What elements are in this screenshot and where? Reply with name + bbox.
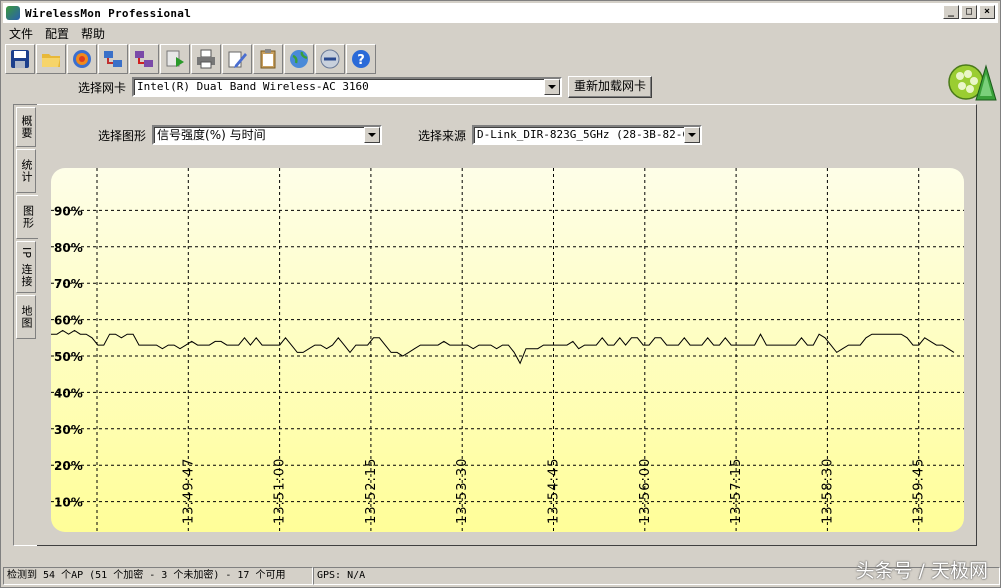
open-button[interactable] — [36, 44, 66, 74]
tab-map-label: 地图 — [20, 305, 33, 329]
svg-text:?: ? — [357, 53, 365, 68]
network-stop-button[interactable] — [129, 44, 159, 74]
y-tick-label: 90% — [54, 204, 83, 218]
x-tick-label: 13:56:00 — [638, 458, 653, 524]
tab-statistics[interactable]: 统计 — [16, 149, 36, 193]
printer-icon — [197, 49, 215, 69]
signal-chart: 90% 80% 70% 60% 50% 40% 30% 20% 10% 13:49:47 13:51… — [51, 168, 964, 532]
print-button[interactable] — [191, 44, 221, 74]
clipboard-icon — [260, 49, 276, 69]
save-button[interactable] — [5, 44, 35, 74]
network-start-button[interactable] — [98, 44, 128, 74]
globe-icon — [290, 50, 308, 68]
settings-icon — [228, 51, 247, 68]
save-icon — [11, 50, 29, 68]
x-tick-label: 13:52:15 — [364, 458, 379, 524]
minimize-button[interactable]: _ — [943, 5, 959, 19]
network-icon — [104, 51, 122, 67]
window-controls: _ □ × — [943, 5, 995, 19]
window-title: WirelessMon Professional — [25, 6, 192, 20]
adapter-select[interactable]: Intel(R) Dual Band Wireless-AC 3160 — [132, 77, 563, 97]
graph-type-label: 选择图形 — [98, 128, 147, 143]
reload-adapter-button[interactable]: 重新加载网卡 — [568, 76, 653, 98]
source-label: 选择来源 — [418, 128, 467, 143]
vertical-tabs: 概要 统计 图形 IP 连接 地图 — [16, 107, 38, 341]
help-icon: ? — [352, 50, 370, 68]
wirelessmon-logo-icon — [948, 64, 997, 101]
source-value: D-Link_DIR-823G_5GHz (28-3B-82-C4-6 — [477, 128, 703, 141]
y-tick-label: 60% — [54, 314, 83, 328]
graph-controls: 选择图形 信号强度(%) 与时间 选择来源 D-Link_DIR-823G_5G… — [98, 125, 703, 145]
tab-ip-connection[interactable]: IP 连接 — [16, 241, 36, 293]
x-tick-label: 13:58:30 — [820, 458, 835, 524]
y-tick-label: 40% — [54, 386, 83, 400]
y-tick-label: 10% — [54, 496, 83, 510]
x-tick-label: 13:54:45 — [547, 458, 562, 524]
y-tick-label: 50% — [54, 350, 83, 364]
play-button[interactable] — [160, 44, 190, 74]
watermark: 头条号 / 天极网 — [855, 560, 988, 582]
x-tick-label: 13:59:45 — [912, 458, 927, 524]
adapter-label: 选择网卡 — [78, 80, 127, 95]
chevron-down-icon[interactable] — [684, 127, 701, 143]
close-button[interactable]: × — [979, 5, 995, 19]
tab-statistics-label: 统计 — [20, 159, 33, 183]
record-icon — [73, 50, 91, 68]
menu-help[interactable]: 帮助 — [75, 24, 111, 42]
main-window: WirelessMon Professional _ □ × 文件 配置 帮助 — [0, 0, 1001, 588]
globe-button[interactable] — [284, 44, 314, 74]
status-ap-count: 检测到 54 个AP (51 个加密 - 3 个未加密) - 17 个可用 — [3, 567, 313, 585]
y-tick-label: 70% — [54, 277, 83, 291]
signal-chart-svg: 90% 80% 70% 60% 50% 40% 30% 20% 10% 13:49:47 13:51… — [51, 168, 964, 532]
graph-type-select[interactable]: 信号强度(%) 与时间 — [152, 125, 383, 145]
y-tick-label: 20% — [54, 459, 83, 473]
tab-graph[interactable]: 图形 — [16, 195, 38, 239]
menu-bar: 文件 配置 帮助 — [3, 24, 111, 42]
y-tick-label: 80% — [54, 241, 83, 255]
status-bar: 检测到 54 个AP (51 个加密 - 3 个未加密) - 17 个可用 GP… — [3, 567, 1000, 585]
title-bar: WirelessMon Professional _ □ × — [3, 3, 998, 23]
app-icon — [6, 6, 20, 20]
toolbar: ? — [5, 44, 376, 74]
x-tick-label: 13:51:00 — [273, 458, 288, 524]
tab-summary[interactable]: 概要 — [16, 107, 36, 147]
x-tick-label: 13:49:47 — [181, 458, 196, 524]
tab-graph-label: 图形 — [21, 205, 35, 229]
network-stop-icon — [135, 51, 153, 67]
signal-series-line — [51, 329, 955, 365]
chevron-down-icon[interactable] — [364, 127, 381, 143]
open-folder-icon — [42, 54, 60, 67]
adapter-row: 选择网卡 Intel(R) Dual Band Wireless-AC 3160… — [78, 76, 653, 98]
maximize-button[interactable]: □ — [961, 5, 977, 19]
tab-map[interactable]: 地图 — [16, 295, 36, 339]
help-button[interactable]: ? — [346, 44, 376, 74]
tab-ip-connection-label: IP 连接 — [20, 246, 33, 288]
y-tick-label: 30% — [54, 423, 83, 437]
tab-summary-label: 概要 — [20, 115, 33, 139]
adapter-select-value: Intel(R) Dual Band Wireless-AC 3160 — [137, 80, 369, 93]
source-select[interactable]: D-Link_DIR-823G_5GHz (28-3B-82-C4-6 — [472, 125, 703, 145]
settings-button[interactable] — [222, 44, 252, 74]
menu-file[interactable]: 文件 — [3, 24, 39, 42]
connect-button[interactable] — [315, 44, 345, 74]
chevron-down-icon[interactable] — [544, 79, 561, 95]
record-button[interactable] — [67, 44, 97, 74]
graph-type-value: 信号强度(%) 与时间 — [157, 128, 266, 142]
menu-config[interactable]: 配置 — [39, 24, 75, 42]
play-icon — [166, 50, 184, 67]
connect-icon — [320, 49, 340, 69]
clipboard-button[interactable] — [253, 44, 283, 74]
x-tick-label: 13:53:30 — [455, 458, 470, 524]
x-tick-label: 13:57:15 — [729, 458, 744, 524]
